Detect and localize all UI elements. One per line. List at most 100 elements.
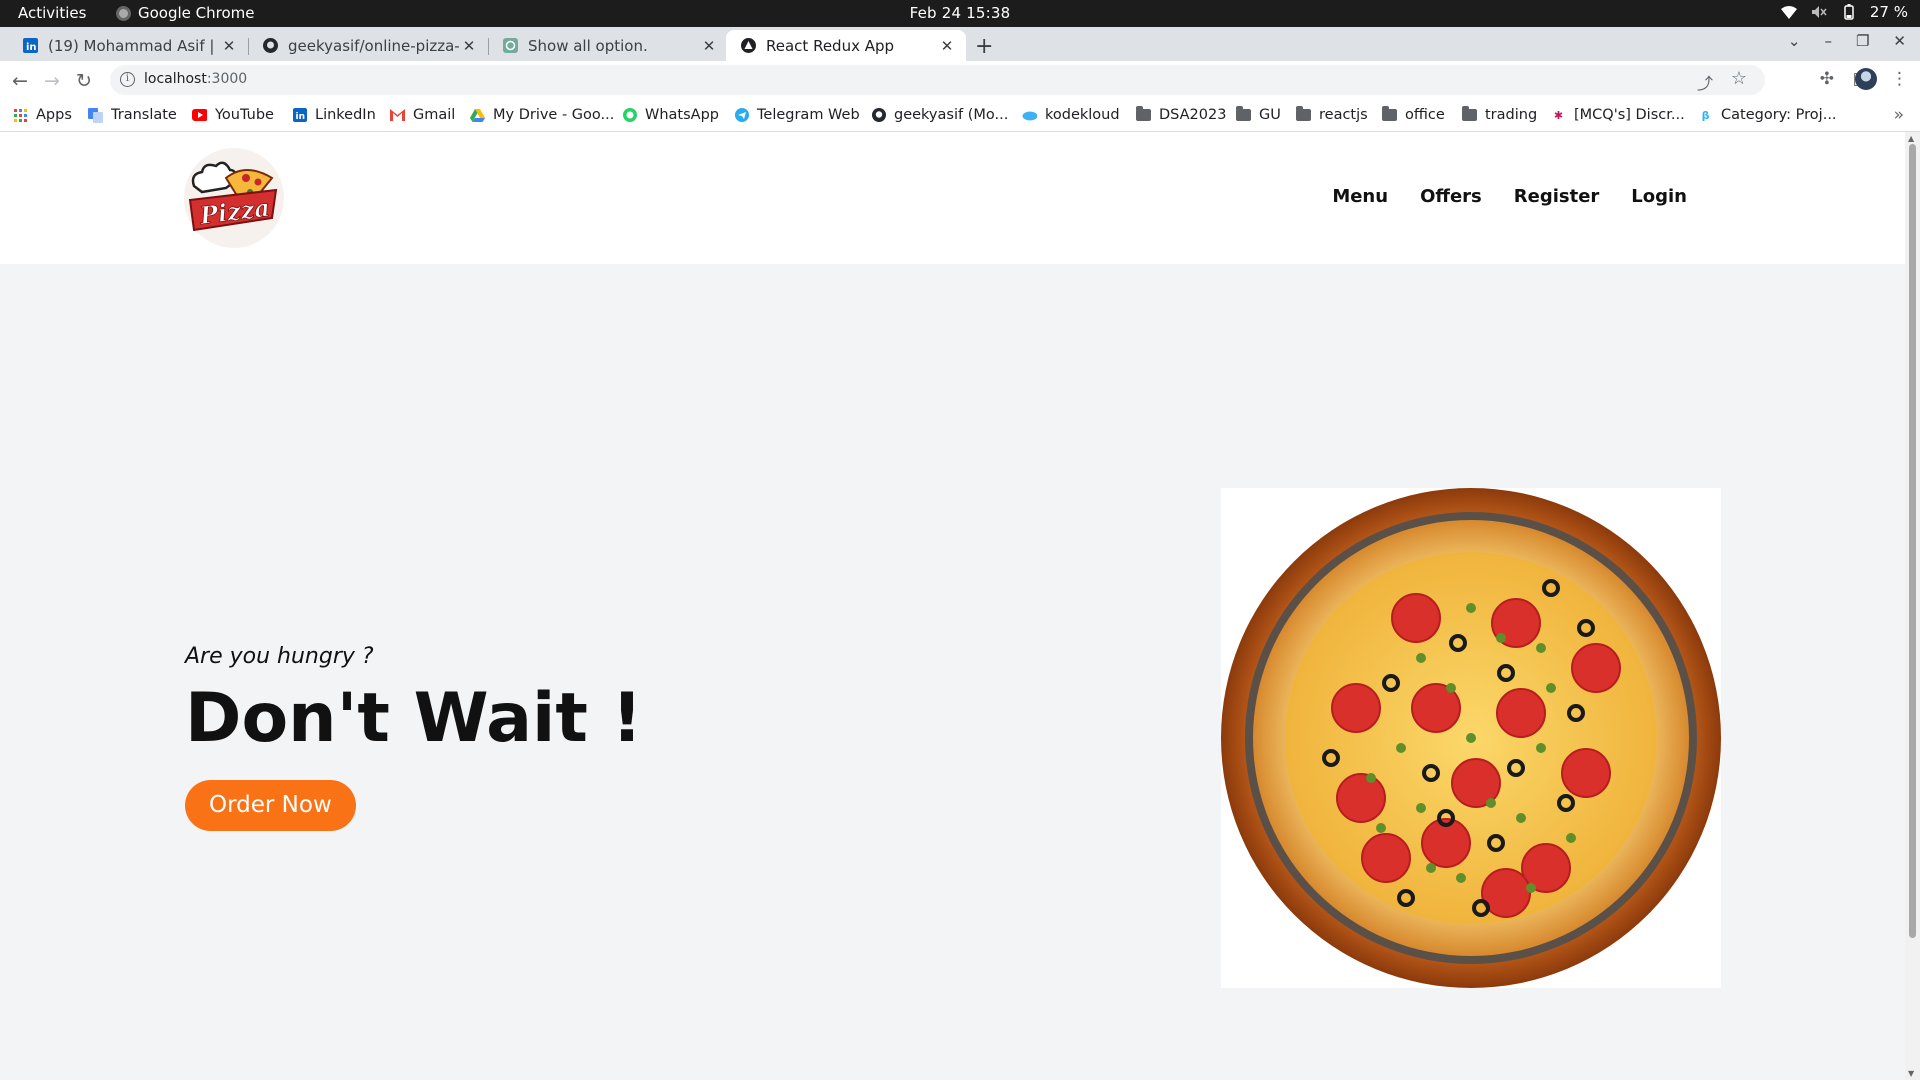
bookmark-folder-office[interactable]: office [1382,106,1445,123]
green-pepper [1566,833,1576,843]
bookmark-translate[interactable]: Translate [88,107,177,123]
bookmark-kodekloud[interactable]: kodekloud [1022,107,1120,123]
tab-github[interactable]: geekyasif/online-pizza-backend ✕ [248,30,489,61]
clock[interactable]: Feb 24 15:38 [910,4,1011,22]
gmail-icon [390,108,405,123]
green-pepper [1426,863,1436,873]
back-arrow-icon[interactable]: ← [12,70,28,92]
close-window-icon[interactable]: ✕ [1893,32,1906,50]
nav-offers-link[interactable]: Offers [1420,186,1482,207]
tab-title: React Redux App [766,36,895,55]
profile-avatar[interactable] [1855,68,1877,90]
bookmark-folder-gu[interactable]: GU [1236,106,1281,123]
tab-chatgpt[interactable]: Show all option. ✕ [488,30,728,61]
pepperoni [1361,833,1411,883]
scrollbar-thumb[interactable] [1909,144,1916,938]
extensions-puzzle-icon[interactable]: ✣ [1820,69,1834,89]
bookmark-drive[interactable]: My Drive - Goo... [470,107,614,123]
pizza-illustration [1221,488,1721,988]
close-icon[interactable]: ✕ [938,37,956,55]
bookmark-folder-reactjs[interactable]: reactjs [1296,106,1368,123]
share-icon[interactable]: ⤴ [1697,70,1713,94]
volume-muted-icon [1810,3,1828,21]
bookmarks-bar: Apps Translate YouTube in LinkedIn Gmail … [0,100,1920,132]
nav-login-link[interactable]: Login [1631,186,1687,207]
hero-pizza-image [1221,488,1721,988]
bookmarks-overflow-icon[interactable]: » [1894,105,1904,125]
app-menu[interactable]: Google Chrome [116,4,255,22]
vertical-scrollbar[interactable]: ▲ ▼ [1905,132,1920,1080]
url-text[interactable]: localhost:3000 [144,71,247,87]
url-port: :3000 [206,71,248,87]
bookmark-apps[interactable]: Apps [13,107,72,123]
green-pepper [1526,883,1536,893]
nav-register-link[interactable]: Register [1514,186,1600,207]
system-top-bar: Activities Google Chrome Feb 24 15:38 27… [0,0,1920,27]
tab-linkedin[interactable]: in (19) Mohammad Asif | LinkedIn ✕ [8,30,249,61]
activities-button[interactable]: Activities [18,4,86,22]
bookmark-label: office [1405,107,1445,123]
bookmark-whatsapp[interactable]: WhatsApp [622,107,719,123]
bookmark-folder-dsa2023[interactable]: DSA2023 [1136,106,1227,123]
close-icon[interactable]: ✕ [220,37,238,55]
green-pepper [1516,813,1526,823]
pepperoni [1561,748,1611,798]
folder-icon [1462,106,1477,123]
bookmark-label: Category: Proj... [1721,107,1837,123]
green-pepper [1536,643,1546,653]
green-pepper [1486,798,1496,808]
bookmark-label: trading [1485,107,1538,123]
pizza-logo-graphic: Pizza [188,161,278,232]
kodekloud-icon [1022,108,1037,123]
bookmark-folder-trading[interactable]: trading [1462,106,1538,123]
mcq-icon: ✱ [1553,108,1564,122]
pizza-logo[interactable]: Pizza [184,148,284,248]
scroll-up-arrow-icon[interactable]: ▲ [1908,134,1914,143]
chatgpt-icon [502,38,518,54]
nav-menu-link[interactable]: Menu [1332,186,1388,207]
tab-search-icon[interactable]: ⌄ [1788,32,1801,50]
bookmark-category[interactable]: β Category: Proj... [1698,107,1837,123]
address-bar[interactable]: i localhost:3000 ⤴ ☆ [110,65,1765,95]
scroll-down-arrow-icon[interactable]: ▼ [1908,1069,1914,1078]
bookmark-mcq[interactable]: ✱ [MCQ's] Discr... [1551,107,1685,123]
bookmark-youtube[interactable]: YouTube [192,107,274,123]
app-name: Google Chrome [138,4,255,22]
green-pepper [1416,653,1426,663]
bookmark-telegram[interactable]: Telegram Web [734,107,860,123]
menu-kebab-icon[interactable]: ⋮ [1891,69,1908,89]
close-icon[interactable]: ✕ [700,37,718,55]
system-tray[interactable]: 27 % [1780,3,1908,21]
tab-strip: in (19) Mohammad Asif | LinkedIn ✕ geeky… [0,27,1920,61]
react-app-icon [740,38,756,54]
minimize-icon[interactable]: – [1824,32,1832,50]
bookmark-label: DSA2023 [1159,107,1227,123]
reload-icon[interactable]: ↻ [76,70,92,92]
green-pepper [1456,873,1466,883]
tab-title: Show all option. [528,36,648,55]
order-now-button[interactable]: Order Now [185,780,356,831]
bookmark-github[interactable]: geekyasif (Mo... [871,107,1008,123]
folder-icon [1236,106,1251,123]
bookmark-gmail[interactable]: Gmail [390,107,455,123]
bookmark-linkedin[interactable]: in LinkedIn [292,107,376,123]
bookmark-label: [MCQ's] Discr... [1574,107,1685,123]
hero-section: Are you hungry ? Don't Wait ! Order Now [185,644,643,831]
restore-icon[interactable]: ❐ [1856,32,1869,50]
battery-icon [1840,3,1858,21]
bookmark-label: reactjs [1319,107,1368,123]
close-icon[interactable]: ✕ [460,37,478,55]
tab-react-redux-app[interactable]: React Redux App ✕ [726,30,966,61]
pepperoni [1571,643,1621,693]
main-nav: Menu Offers Register Login [1332,186,1687,207]
forward-arrow-icon[interactable]: → [44,70,60,92]
bookmark-star-icon[interactable]: ☆ [1731,68,1747,89]
green-pepper [1396,743,1406,753]
site-info-icon[interactable]: i [120,72,135,87]
battery-percent: 27 % [1869,3,1908,21]
green-pepper [1376,823,1386,833]
bookmark-label: Translate [111,107,177,123]
green-pepper [1446,683,1456,693]
bookmark-label: GU [1259,107,1281,123]
new-tab-button[interactable]: + [975,34,993,59]
